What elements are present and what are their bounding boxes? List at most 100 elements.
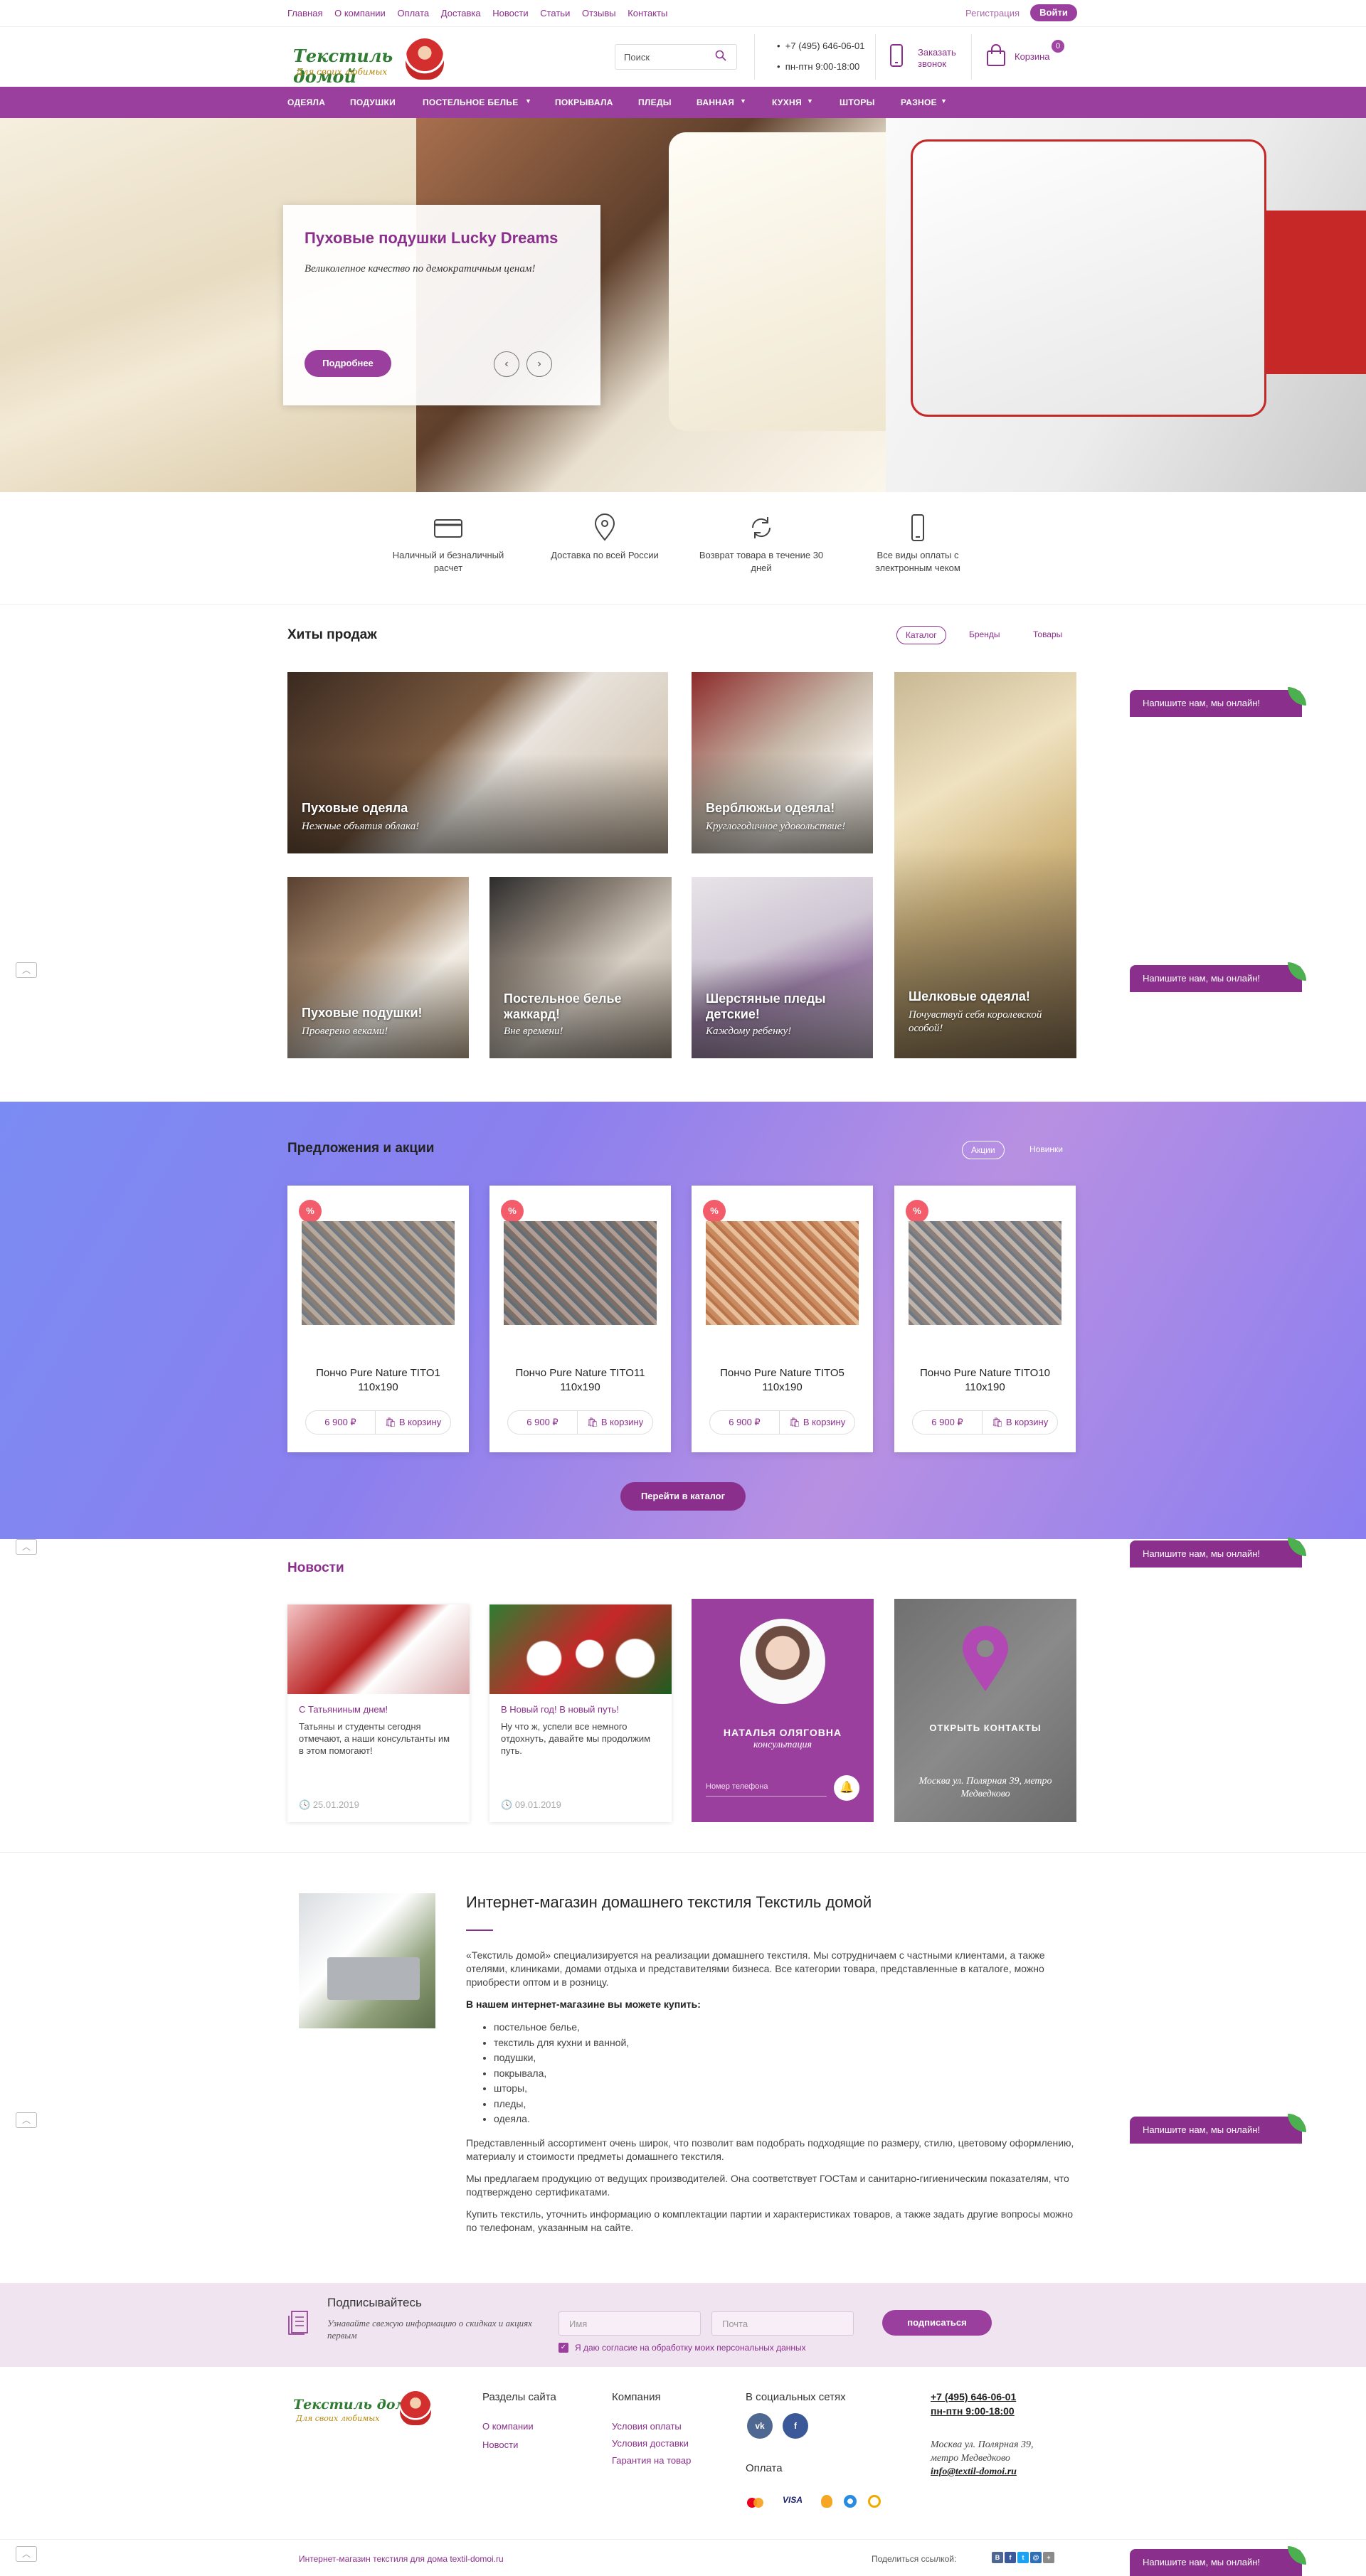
product-name[interactable]: Пончо Pure Nature TITO1 110х190 [295,1366,462,1395]
chat-widget[interactable]: Напишите нам, мы онлайн! [1130,2114,1306,2144]
consent-label[interactable]: Я даю согласие на обработку моих персона… [575,2343,806,2353]
top-link-contacts[interactable]: Контакты [628,8,667,18]
add-to-cart-button[interactable]: 🛍 В корзину [780,1411,854,1434]
add-to-cart-button[interactable]: 🛍 В корзину [376,1411,450,1434]
login-button[interactable]: Войти [1030,4,1077,21]
open-contacts-link[interactable]: ОТКРЫТЬ КОНТАКТЫ [894,1723,1076,1733]
hit-tile-silk-blankets[interactable]: Шелковые одеяла! Почувствуй себя королев… [894,672,1076,1058]
cart-link[interactable]: Корзина [1015,51,1050,62]
top-link-home[interactable]: Главная [287,8,322,18]
share-vk-icon[interactable]: B [992,2552,1003,2563]
mobile-phone-icon[interactable] [889,44,904,67]
tab-catalog[interactable]: Каталог [896,626,946,644]
footer-phone[interactable]: +7 (495) 646-06-01 [931,2391,1016,2402]
scroll-up-icon[interactable]: ︿ [16,1539,37,1555]
facebook-icon[interactable]: f [783,2413,808,2439]
add-to-cart-button[interactable]: 🛍 В корзину [578,1411,652,1434]
nav-item-misc[interactable]: РАЗНОЕ [901,97,937,107]
footer-link-payment[interactable]: Условия оплаты [612,2421,682,2432]
tab-products[interactable]: Товары [1024,626,1071,644]
add-to-cart-button[interactable]: 🛍 В корзину [983,1411,1057,1434]
share-more-icon[interactable]: + [1043,2552,1054,2563]
hero-slider[interactable] [0,118,1366,492]
news-card[interactable]: С Татьяниным днем! Татьяны и студенты се… [287,1604,470,1822]
subscribe-button[interactable]: подписаться [882,2310,992,2336]
vk-icon[interactable]: vk [747,2413,773,2439]
product-image[interactable] [706,1221,859,1325]
header-phone-number[interactable]: +7 (495) 646-06-01 [785,41,865,51]
callback-link[interactable]: Заказать звонок [918,47,956,70]
share-mail-icon[interactable]: @ [1030,2552,1042,2563]
product-card[interactable]: % Пончо Pure Nature TITO11 110х190 6 900… [489,1186,671,1452]
nav-item-bedding[interactable]: ПОСТЕЛЬНОЕ БЕЛЬЕ [423,97,519,107]
product-image[interactable] [909,1221,1061,1325]
tab-brands[interactable]: Бренды [960,626,1008,644]
footer-email[interactable]: info@textil-domoi.ru [931,2466,1017,2478]
news-heading[interactable]: В Новый год! В новый путь! [501,1704,619,1715]
top-link-reviews[interactable]: Отзывы [582,8,616,18]
search-icon[interactable] [715,50,726,61]
map-card[interactable]: ОТКРЫТЬ КОНТАКТЫ Москва ул. Полярная 39,… [894,1599,1076,1822]
scroll-up-icon[interactable]: ︿ [16,2112,37,2128]
scroll-up-icon[interactable]: ︿ [16,962,37,978]
news-image[interactable] [489,1604,672,1694]
product-card[interactable]: % Пончо Pure Nature TITO10 110х190 6 900… [894,1186,1076,1452]
slider-prev-button[interactable]: ‹ [494,351,519,377]
top-link-news[interactable]: Новости [492,8,528,18]
hit-tile-down-pillows[interactable]: Пуховые подушки! Проверено веками! [287,877,469,1058]
footer-link-warranty[interactable]: Гарантия на товар [612,2455,691,2466]
hero-pillow-shape [669,132,904,431]
hero-more-button[interactable]: Подробнее [305,350,391,377]
product-card[interactable]: % Пончо Pure Nature TITO5 110х190 6 900 … [692,1186,873,1452]
product-name[interactable]: Пончо Pure Nature TITO10 110х190 [901,1366,1069,1395]
hit-tile-kids-plaids[interactable]: Шерстяные пледы детские! Каждому ребенку… [692,877,873,1058]
hit-tile-down-blankets[interactable]: Пуховые одеяла Нежные объятия облака! [287,672,668,853]
site-logo[interactable]: Текстиль домой Для своих любимых [293,37,450,87]
footer-logo[interactable]: Текстиль домой Для своих любимых [293,2391,435,2427]
add-to-cart-label: В корзину [398,1417,442,1427]
tab-new[interactable]: Новинки [1021,1141,1071,1159]
top-link-payment[interactable]: Оплата [397,8,429,18]
nav-item-bedspreads[interactable]: ПОКРЫВАЛА [555,97,613,107]
chat-widget[interactable]: Напишите нам, мы онлайн! [1130,687,1306,717]
footer-link-delivery[interactable]: Условия доставки [612,2438,689,2449]
subscribe-email-input[interactable]: Почта [711,2311,854,2336]
product-card[interactable]: % Пончо Pure Nature TITO1 110х190 6 900 … [287,1186,469,1452]
news-card[interactable]: В Новый год! В новый путь! Ну что ж, усп… [489,1604,672,1822]
subscribe-name-input[interactable]: Имя [558,2311,701,2336]
nav-item-blankets[interactable]: ОДЕЯЛА [287,97,325,107]
footer-link-news[interactable]: Новости [482,2439,518,2450]
nav-item-pillows[interactable]: ПОДУШКИ [350,97,396,107]
top-link-delivery[interactable]: Доставка [441,8,481,18]
nav-item-plaids[interactable]: ПЛЕДЫ [638,97,672,107]
product-name[interactable]: Пончо Pure Nature TITO5 110х190 [699,1366,866,1395]
consultant-phone-input[interactable]: Номер телефона [706,1778,827,1797]
product-name[interactable]: Пончо Pure Nature TITO11 110х190 [497,1366,664,1395]
tab-sales[interactable]: Акции [962,1141,1005,1159]
header-phone[interactable]: • +7 (495) 646-06-01 [777,41,864,51]
chat-widget[interactable]: Напишите нам, мы онлайн! [1130,962,1306,992]
product-price: 6 900 ₽ [710,1411,780,1434]
slider-next-button[interactable]: › [526,351,552,377]
consent-checkbox[interactable]: ✓ [558,2343,568,2353]
hit-tile-camel-blankets[interactable]: Верблюжьи одеяла! Круглогодичное удоволь… [692,672,873,853]
share-twitter-icon[interactable]: t [1017,2552,1029,2563]
share-facebook-icon[interactable]: f [1005,2552,1016,2563]
top-link-articles[interactable]: Статьи [540,8,570,18]
nav-item-curtains[interactable]: ШТОРЫ [840,97,875,107]
footer-link-about[interactable]: О компании [482,2421,534,2432]
chat-widget[interactable]: Напишите нам, мы онлайн! [1130,1538,1306,1568]
top-link-about[interactable]: О компании [334,8,386,18]
go-to-catalog-button[interactable]: Перейти в каталог [620,1482,746,1511]
nav-item-kitchen[interactable]: КУХНЯ [772,97,802,107]
hit-tile-jacquard-bedding[interactable]: Постельное белье жаккард! Вне времени! [489,877,672,1058]
news-image[interactable] [287,1604,470,1694]
shopping-bag-icon[interactable] [985,44,1007,67]
bell-icon[interactable]: 🔔 [834,1775,859,1801]
nav-item-bathroom[interactable]: ВАННАЯ [697,97,734,107]
product-image[interactable] [302,1221,455,1325]
product-image[interactable] [504,1221,657,1325]
newsletter-icon [288,2311,308,2335]
news-heading[interactable]: С Татьяниным днем! [299,1704,388,1715]
register-link[interactable]: Регистрация [965,8,1020,18]
